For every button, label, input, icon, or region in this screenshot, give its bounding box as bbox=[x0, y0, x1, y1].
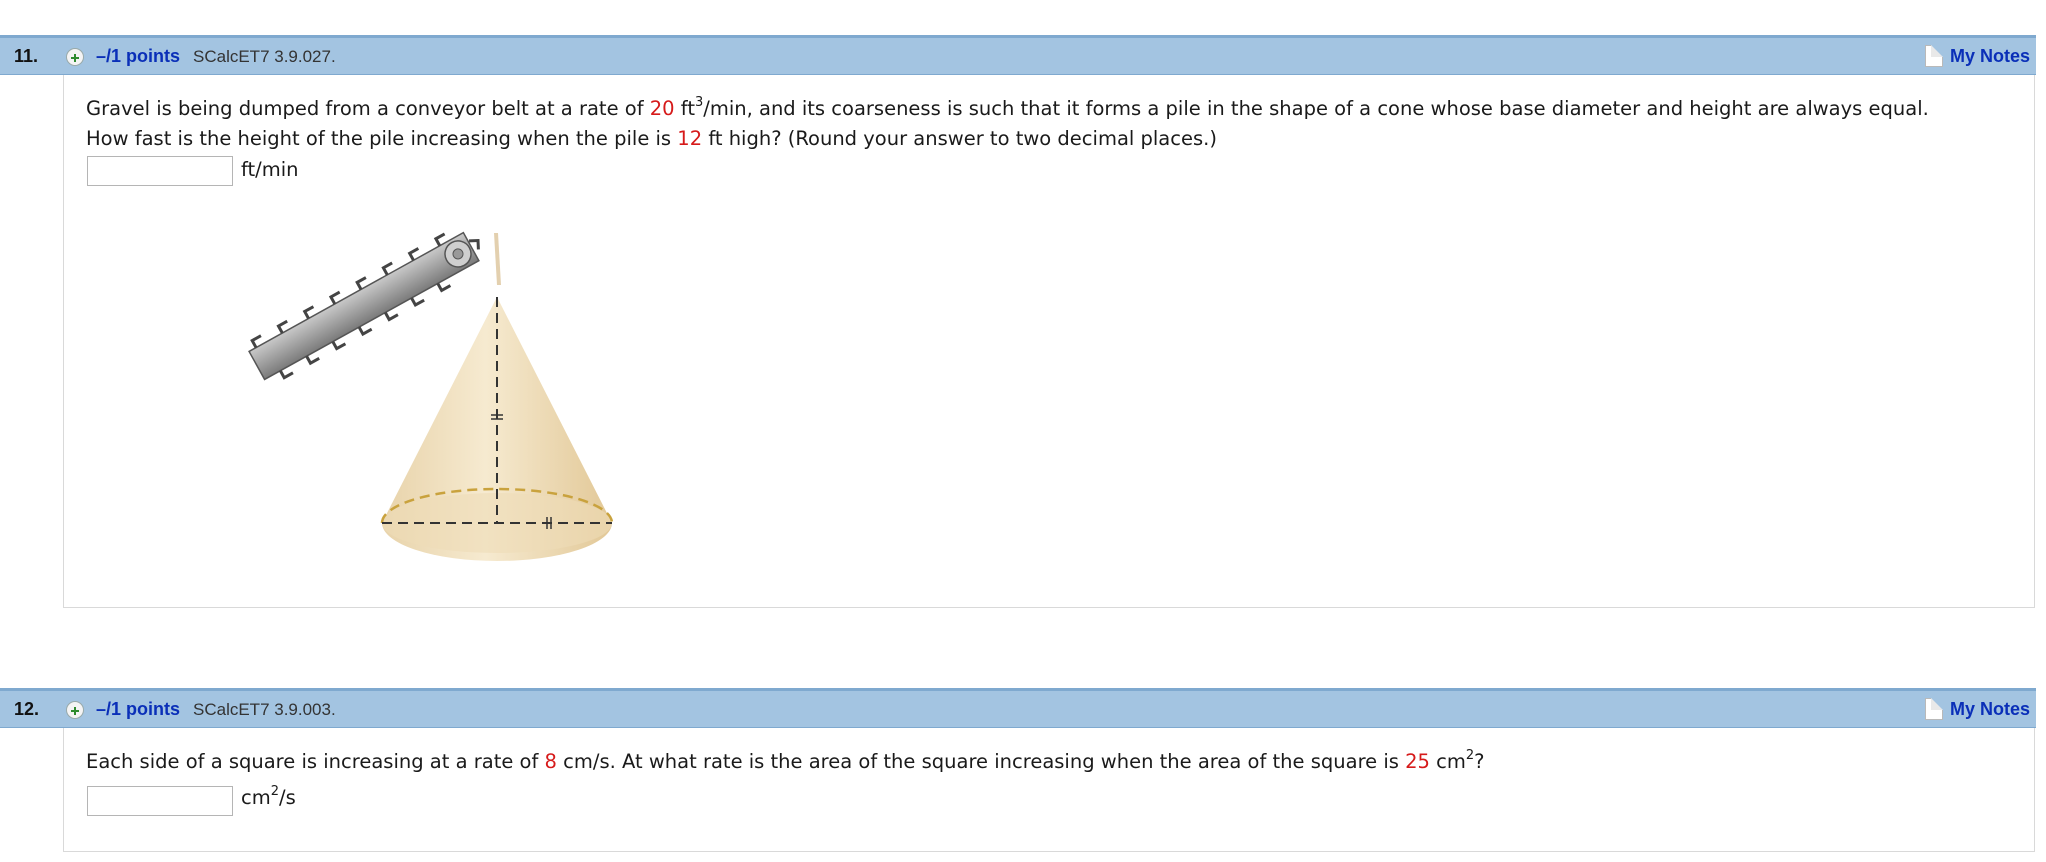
question-12-header: 12. –/1 points SCalcET7 3.9.003. My Note… bbox=[0, 688, 2036, 728]
points-link[interactable]: –/1 points bbox=[96, 46, 180, 67]
question-12-line-1: Each side of a square is increasing at a… bbox=[86, 747, 1485, 774]
note-icon bbox=[1924, 45, 1943, 67]
answer-unit-11: ft/min bbox=[241, 158, 299, 181]
my-notes-button[interactable]: My Notes bbox=[1924, 45, 2030, 67]
expand-plus-icon[interactable] bbox=[66, 701, 84, 719]
my-notes-label: My Notes bbox=[1949, 698, 2030, 719]
question-number: 11. bbox=[14, 46, 39, 66]
points-link[interactable]: –/1 points bbox=[96, 699, 180, 720]
answer-input-11[interactable] bbox=[87, 156, 233, 186]
rate-value: 8 bbox=[544, 750, 557, 773]
question-11-line-2: How fast is the height of the pile incre… bbox=[86, 127, 1217, 150]
expand-plus-icon[interactable] bbox=[66, 48, 84, 66]
question-number: 12. bbox=[14, 699, 40, 719]
question-11-header: 11. –/1 points SCalcET7 3.9.027. My Note… bbox=[0, 35, 2036, 75]
my-notes-label: My Notes bbox=[1949, 45, 2030, 66]
answer-input-12[interactable] bbox=[87, 786, 233, 816]
question-code: SCalcET7 3.9.003. bbox=[193, 700, 336, 719]
conveyor-cone-illustration bbox=[248, 231, 614, 561]
conveyor-cone-figure bbox=[240, 205, 640, 579]
question-11-line-1: Gravel is being dumped from a conveyor b… bbox=[86, 94, 1929, 121]
question-code: SCalcET7 3.9.027. bbox=[193, 47, 336, 66]
height-value: 12 bbox=[677, 127, 703, 150]
answer-unit-12: cm2/s bbox=[241, 783, 296, 810]
my-notes-button[interactable]: My Notes bbox=[1924, 698, 2030, 720]
area-value: 25 bbox=[1405, 750, 1430, 773]
rate-value: 20 bbox=[649, 97, 675, 120]
note-icon bbox=[1924, 698, 1943, 720]
